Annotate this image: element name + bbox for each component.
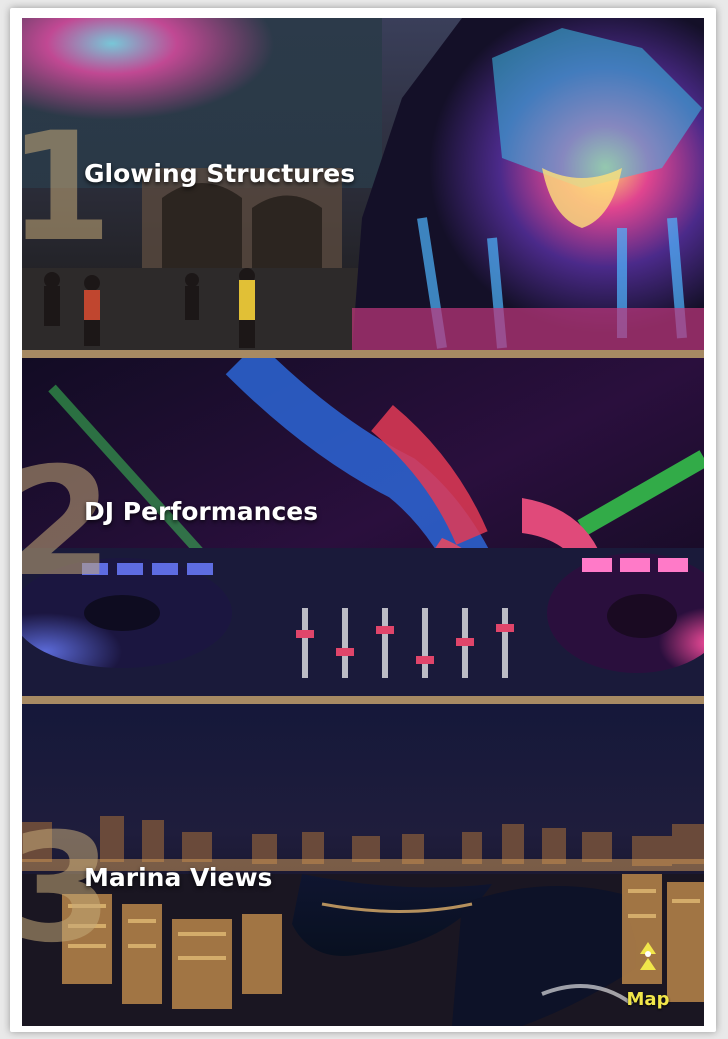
attraction-title: Marina Views	[84, 863, 273, 892]
attractions-list: 1 Glowing Structures 2 DJ Performances 3…	[22, 18, 704, 1026]
attraction-number: 1	[22, 101, 113, 275]
map-label: Map	[626, 989, 670, 1010]
map-button[interactable]: Map	[618, 940, 678, 1010]
section-divider	[22, 350, 704, 358]
attraction-title: DJ Performances	[84, 497, 319, 526]
attraction-card-glowing-structures[interactable]: 1 Glowing Structures	[22, 18, 704, 350]
attraction-card-dj-performances[interactable]: 2 DJ Performances	[22, 358, 704, 696]
attraction-card-marina-views[interactable]: 3 Marina Views Map	[22, 704, 704, 1026]
dj-performances-photo	[22, 358, 704, 696]
map-pin-icon	[640, 942, 656, 970]
attraction-title: Glowing Structures	[84, 159, 356, 188]
section-divider	[22, 696, 704, 704]
